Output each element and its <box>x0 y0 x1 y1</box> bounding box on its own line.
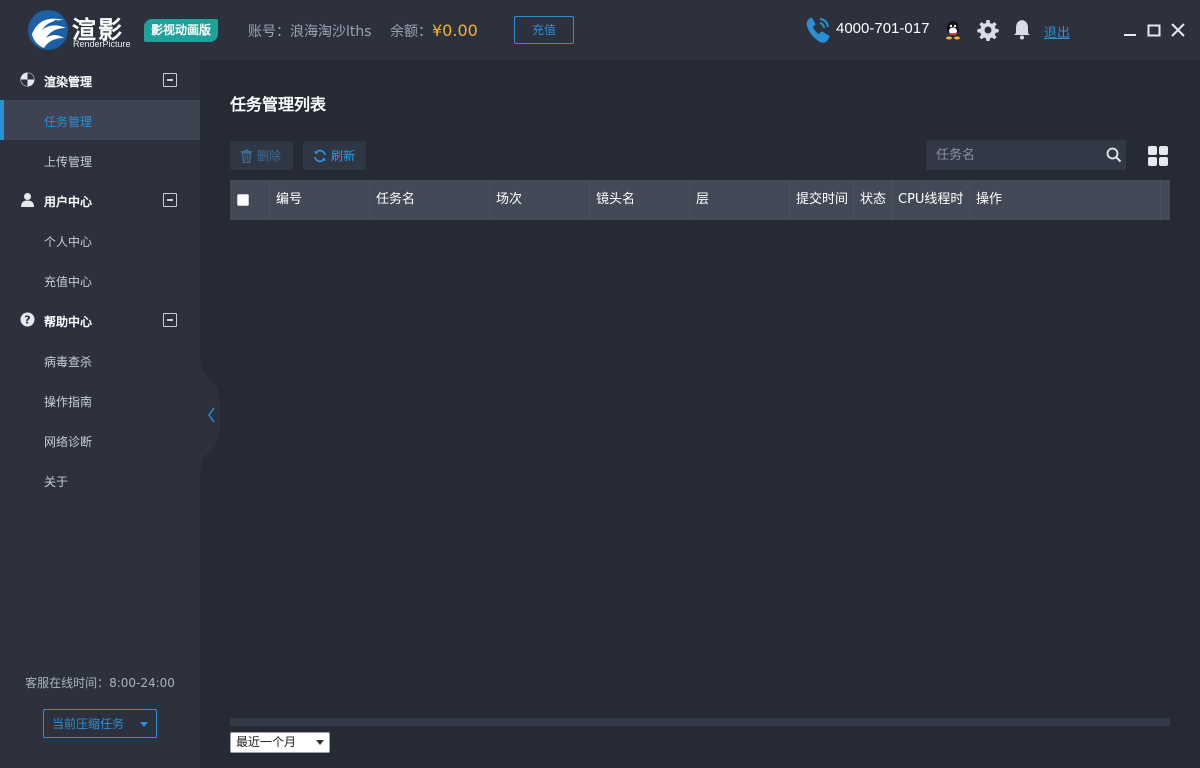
period-select-value: 最近一个月 <box>236 735 297 749</box>
compress-tasks-dropdown[interactable]: 当前压缩任务 <box>43 709 157 738</box>
gear-icon[interactable] <box>977 19 999 41</box>
search-box <box>926 140 1126 170</box>
render-icon <box>20 72 35 87</box>
account-label: 账号： <box>248 24 290 40</box>
nav-group-help[interactable]: ? 帮助中心 <box>0 300 200 340</box>
select-all-cell <box>230 180 270 220</box>
balance-label: 余额： <box>390 24 432 40</box>
collapse-icon[interactable] <box>163 73 177 87</box>
balance-amount: ¥0.00 <box>432 21 478 40</box>
sidebar-item-upload-management[interactable]: 上传管理 <box>0 140 200 180</box>
column-header-task-name[interactable]: 任务名 <box>370 180 490 220</box>
sidebar-item-label: 关于 <box>44 475 69 489</box>
period-select[interactable]: 最近一个月 <box>230 732 330 753</box>
minimize-icon[interactable] <box>1122 22 1138 38</box>
column-header-status[interactable]: 状态 <box>854 180 892 220</box>
qq-icon[interactable] <box>944 20 962 40</box>
compress-tasks-label: 当前压缩任务 <box>52 717 125 731</box>
page-title: 任务管理列表 <box>230 95 327 114</box>
close-icon[interactable] <box>1170 22 1186 38</box>
sidebar-item-guide[interactable]: 操作指南 <box>0 380 200 420</box>
nav-group-label: 帮助中心 <box>44 315 93 329</box>
column-header-id[interactable]: 编号 <box>270 180 370 220</box>
grid-view-icon[interactable] <box>1148 146 1168 166</box>
sidebar-item-label: 病毒查杀 <box>44 355 93 369</box>
column-header-layer[interactable]: 层 <box>690 180 790 220</box>
collapse-icon[interactable] <box>163 193 177 207</box>
select-all-checkbox[interactable] <box>237 194 249 206</box>
table-header: 编号 任务名 场次 镜头名 层 提交时间 状态 CPU线程时 操作 <box>230 180 1170 220</box>
recharge-button[interactable]: 充值 <box>514 16 574 44</box>
main-content: 任务管理列表 删除 刷新 编号 <box>200 60 1200 768</box>
nav-group-label: 用户中心 <box>44 195 93 209</box>
nav-group-label: 渲染管理 <box>44 75 93 89</box>
chevron-down-icon <box>140 722 148 727</box>
nav-group-user[interactable]: 用户中心 <box>0 180 200 220</box>
sidebar-item-label: 网络诊断 <box>44 435 93 449</box>
help-icon: ? <box>20 312 35 327</box>
sidebar: 渲染管理 任务管理 上传管理 用户中心 个人中心 充值中心 ? 帮助中心 病毒查… <box>0 60 200 768</box>
nav-group-render[interactable]: 渲染管理 <box>0 60 200 100</box>
sidebar-item-label: 个人中心 <box>44 235 93 249</box>
user-icon <box>21 193 34 207</box>
bell-icon[interactable] <box>1012 18 1032 40</box>
sidebar-item-label: 任务管理 <box>44 115 93 129</box>
logo-subtitle: RenderPicture <box>73 39 131 49</box>
search-icon[interactable] <box>1106 147 1122 163</box>
search-input[interactable] <box>926 140 1102 170</box>
sidebar-item-recharge-center[interactable]: 充值中心 <box>0 260 200 300</box>
logo-icon <box>28 10 68 50</box>
horizontal-scrollbar[interactable] <box>230 718 1170 726</box>
column-header-actions[interactable]: 操作 <box>970 180 1161 220</box>
column-header-scene[interactable]: 场次 <box>490 180 590 220</box>
collapse-icon[interactable] <box>163 313 177 327</box>
logo: 渲影 RenderPicture <box>26 8 146 52</box>
phone-icon <box>806 17 830 43</box>
trash-icon <box>241 149 252 163</box>
refresh-icon <box>314 149 326 162</box>
sidebar-item-personal-center[interactable]: 个人中心 <box>0 220 200 260</box>
column-header-cpu-thread-time[interactable]: CPU线程时 <box>892 180 970 220</box>
sidebar-item-task-management[interactable]: 任务管理 <box>0 100 200 140</box>
support-phone: 4000-701-017 <box>836 20 930 37</box>
sidebar-item-virus-scan[interactable]: 病毒查杀 <box>0 340 200 380</box>
chevron-down-icon <box>316 740 324 745</box>
delete-button-label: 删除 <box>257 149 282 163</box>
maximize-icon[interactable] <box>1146 22 1162 38</box>
column-header-submit-time[interactable]: 提交时间 <box>790 180 854 220</box>
account-value: 浪海淘沙lths <box>290 24 372 40</box>
sidebar-item-label: 操作指南 <box>44 395 93 409</box>
delete-button[interactable]: 删除 <box>230 141 293 170</box>
table-body <box>230 220 1170 716</box>
svg-text:?: ? <box>24 314 30 327</box>
account-info: 账号：浪海淘沙lths <box>248 21 372 41</box>
logout-link[interactable]: 退出 <box>1044 22 1070 41</box>
sidebar-item-about[interactable]: 关于 <box>0 460 200 500</box>
title-bar: 渲影 RenderPicture 影视动画版 账号：浪海淘沙lths 余额：¥0… <box>0 0 1200 60</box>
column-header-shot-name[interactable]: 镜头名 <box>590 180 690 220</box>
edition-badge: 影视动画版 <box>144 19 219 42</box>
sidebar-item-label: 充值中心 <box>44 275 93 289</box>
service-hours: 客服在线时间：8:00-24:00 <box>25 676 175 690</box>
balance-info: 余额：¥0.00 <box>390 21 478 41</box>
sidebar-item-network-diagnosis[interactable]: 网络诊断 <box>0 420 200 460</box>
sidebar-item-label: 上传管理 <box>44 155 93 169</box>
refresh-button-label: 刷新 <box>331 149 356 163</box>
refresh-button[interactable]: 刷新 <box>303 141 366 170</box>
